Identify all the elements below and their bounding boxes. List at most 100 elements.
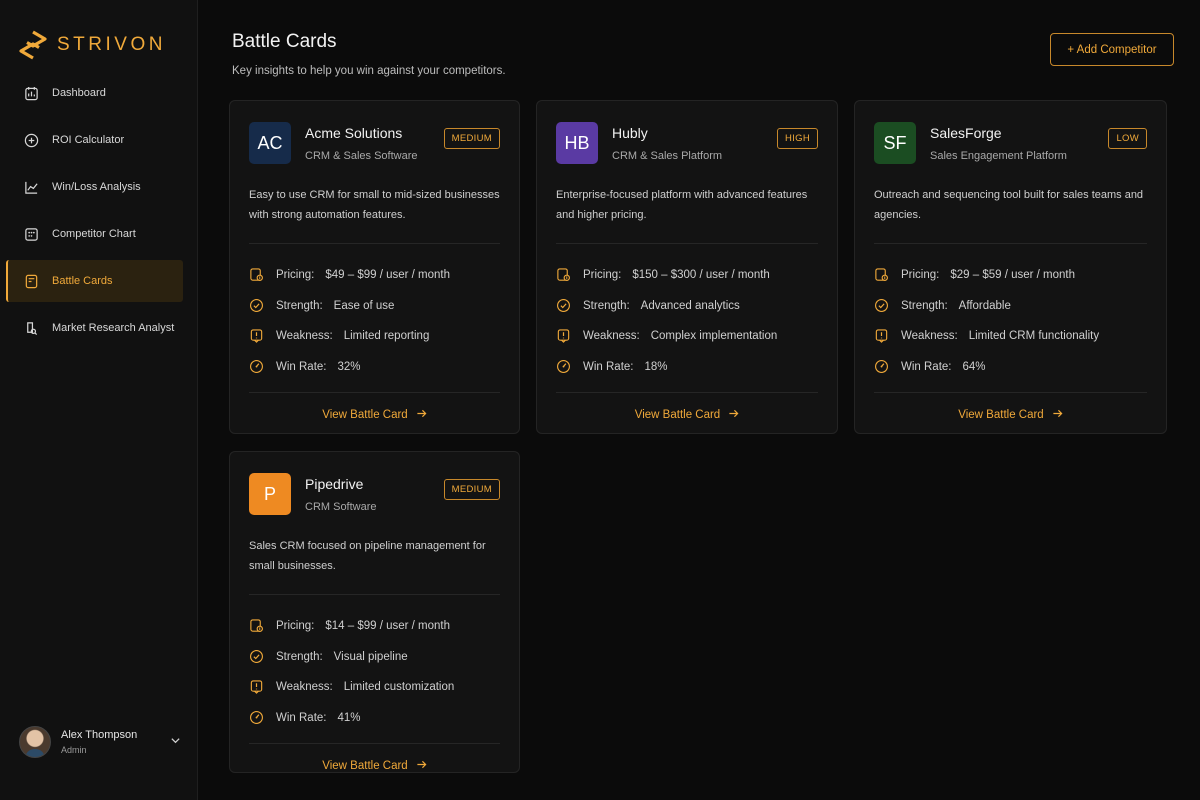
company-name: Pipedrive xyxy=(305,475,364,492)
company-category: CRM & Sales Platform xyxy=(612,149,723,162)
company-logo: AC xyxy=(249,122,291,164)
search-doc-icon xyxy=(23,320,39,336)
winrate-value: 18% xyxy=(644,361,668,374)
battle-cards-grid: AC Acme Solutions CRM & Sales Software M… xyxy=(229,100,1169,780)
company-description: Enterprise-focused platform with advance… xyxy=(556,189,808,221)
winrate-row: Win Rate: 64% xyxy=(874,352,1147,383)
winrate-label: Win Rate: xyxy=(901,361,952,374)
sidebar-item-label: Win/Loss Analysis xyxy=(52,181,141,193)
chevron-down-icon[interactable] xyxy=(170,735,181,749)
price-tag-icon xyxy=(556,267,572,283)
winrate-label: Win Rate: xyxy=(276,712,327,725)
company-description: Sales CRM focused on pipeline management… xyxy=(249,540,486,572)
company-logo: P xyxy=(249,473,291,515)
view-battle-card-link[interactable]: View Battle Card xyxy=(230,744,519,788)
check-circle-icon xyxy=(874,298,890,314)
winrate-row: Win Rate: 32% xyxy=(249,352,500,383)
strength-row: Strength: Ease of use xyxy=(249,291,500,322)
sidebar-item-competitor-chart[interactable]: Competitor Chart xyxy=(6,213,183,255)
pricing-value: $29 – $59 / user / month xyxy=(950,269,1076,282)
gauge-icon xyxy=(874,359,890,375)
pricing-row: Pricing: $150 – $300 / user / month xyxy=(556,260,818,291)
view-battle-card-label: View Battle Card xyxy=(958,409,1044,422)
check-circle-icon xyxy=(249,649,265,665)
weakness-value: Limited customization xyxy=(343,681,455,694)
company-logo: SF xyxy=(874,122,916,164)
alert-box-icon xyxy=(249,679,265,695)
view-battle-card-label: View Battle Card xyxy=(322,409,408,422)
gauge-icon xyxy=(249,710,265,726)
strength-value: Affordable xyxy=(958,299,1011,312)
pricing-row: Pricing: $49 – $99 / user / month xyxy=(249,260,500,291)
line-chart-icon xyxy=(23,179,39,195)
sidebar-nav: Dashboard ROI Calculator Win/Loss Analys… xyxy=(0,72,197,349)
sidebar-item-roi-calculator[interactable]: ROI Calculator xyxy=(6,119,183,161)
dashboard-icon xyxy=(23,85,39,101)
winrate-value: 64% xyxy=(962,361,986,374)
company-description: Easy to use CRM for small to mid-sized b… xyxy=(249,189,500,221)
sidebar-item-label: ROI Calculator xyxy=(52,134,125,146)
company-description: Outreach and sequencing tool built for s… xyxy=(874,189,1144,221)
sidebar-item-market-research-analyst[interactable]: Market Research Analyst xyxy=(6,307,183,349)
weakness-value: Limited CRM functionality xyxy=(968,330,1100,343)
threat-level-badge: LOW xyxy=(1108,128,1147,149)
company-category: CRM Software xyxy=(305,500,377,513)
weakness-row: Weakness: Complex implementation xyxy=(556,321,818,352)
sidebar-item-battle-cards[interactable]: Battle Cards xyxy=(6,260,183,302)
battle-card: P Pipedrive CRM Software MEDIUM Sales CR… xyxy=(229,451,520,773)
threat-level-badge: MEDIUM xyxy=(443,479,500,500)
strength-row: Strength: Advanced analytics xyxy=(556,291,818,322)
winrate-value: 41% xyxy=(337,712,361,725)
page-subtitle: Key insights to help you win against you… xyxy=(232,65,506,77)
grid-calendar-icon xyxy=(23,226,39,242)
weakness-label: Weakness: xyxy=(276,330,333,343)
user-menu[interactable]: Alex Thompson Admin xyxy=(19,726,181,758)
battle-card: AC Acme Solutions CRM & Sales Software M… xyxy=(229,100,520,434)
strivon-logo-icon xyxy=(19,30,47,60)
view-battle-card-link[interactable]: View Battle Card xyxy=(855,393,1166,437)
card-icon xyxy=(23,273,39,289)
battle-card: SF SalesForge Sales Engagement Platform … xyxy=(854,100,1167,434)
pricing-label: Pricing: xyxy=(583,269,622,282)
view-battle-card-label: View Battle Card xyxy=(634,409,721,422)
main-content: Battle Cards Key insights to help you wi… xyxy=(198,0,1200,800)
sidebar-item-label: Battle Cards xyxy=(52,275,113,287)
sidebar-item-label: Dashboard xyxy=(52,87,106,99)
plus-circle-icon xyxy=(23,132,39,148)
brand-logo[interactable]: STRIVON xyxy=(0,0,197,70)
weakness-row: Weakness: Limited CRM functionality xyxy=(874,321,1147,352)
price-tag-icon xyxy=(249,267,265,283)
weakness-value: Complex implementation xyxy=(650,330,778,343)
view-battle-card-link[interactable]: View Battle Card xyxy=(537,393,837,437)
strength-value: Ease of use xyxy=(333,299,395,312)
weakness-value: Limited reporting xyxy=(343,330,430,343)
user-name: Alex Thompson xyxy=(61,729,138,741)
sidebar-item-win-loss-analysis[interactable]: Win/Loss Analysis xyxy=(6,166,183,208)
threat-level-badge: HIGH xyxy=(777,128,818,149)
company-logo: HB xyxy=(556,122,598,164)
check-circle-icon xyxy=(556,298,572,314)
sidebar-item-label: Competitor Chart xyxy=(52,228,136,240)
winrate-value: 32% xyxy=(337,361,361,374)
add-competitor-button[interactable]: + Add Competitor xyxy=(1050,33,1174,66)
strength-label: Strength: xyxy=(901,299,948,312)
alert-box-icon xyxy=(249,328,265,344)
pricing-value: $14 – $99 / user / month xyxy=(325,620,451,633)
strength-value: Advanced analytics xyxy=(640,299,740,312)
battle-card: HB Hubly CRM & Sales Platform HIGH Enter… xyxy=(536,100,838,434)
sidebar: STRIVON Dashboard ROI Calculator Win/Los… xyxy=(0,0,198,800)
arrow-right-icon xyxy=(416,759,427,773)
winrate-row: Win Rate: 18% xyxy=(556,352,818,383)
gauge-icon xyxy=(556,359,572,375)
sidebar-item-dashboard[interactable]: Dashboard xyxy=(6,72,183,114)
company-name: SalesForge xyxy=(930,124,1002,141)
weakness-row: Weakness: Limited reporting xyxy=(249,321,500,352)
strength-value: Visual pipeline xyxy=(333,650,408,663)
alert-box-icon xyxy=(874,328,890,344)
pricing-label: Pricing: xyxy=(276,269,315,282)
strength-label: Strength: xyxy=(583,299,630,312)
arrow-right-icon xyxy=(728,408,739,422)
view-battle-card-link[interactable]: View Battle Card xyxy=(230,393,519,437)
arrow-right-icon xyxy=(416,408,427,422)
weakness-label: Weakness: xyxy=(583,330,640,343)
